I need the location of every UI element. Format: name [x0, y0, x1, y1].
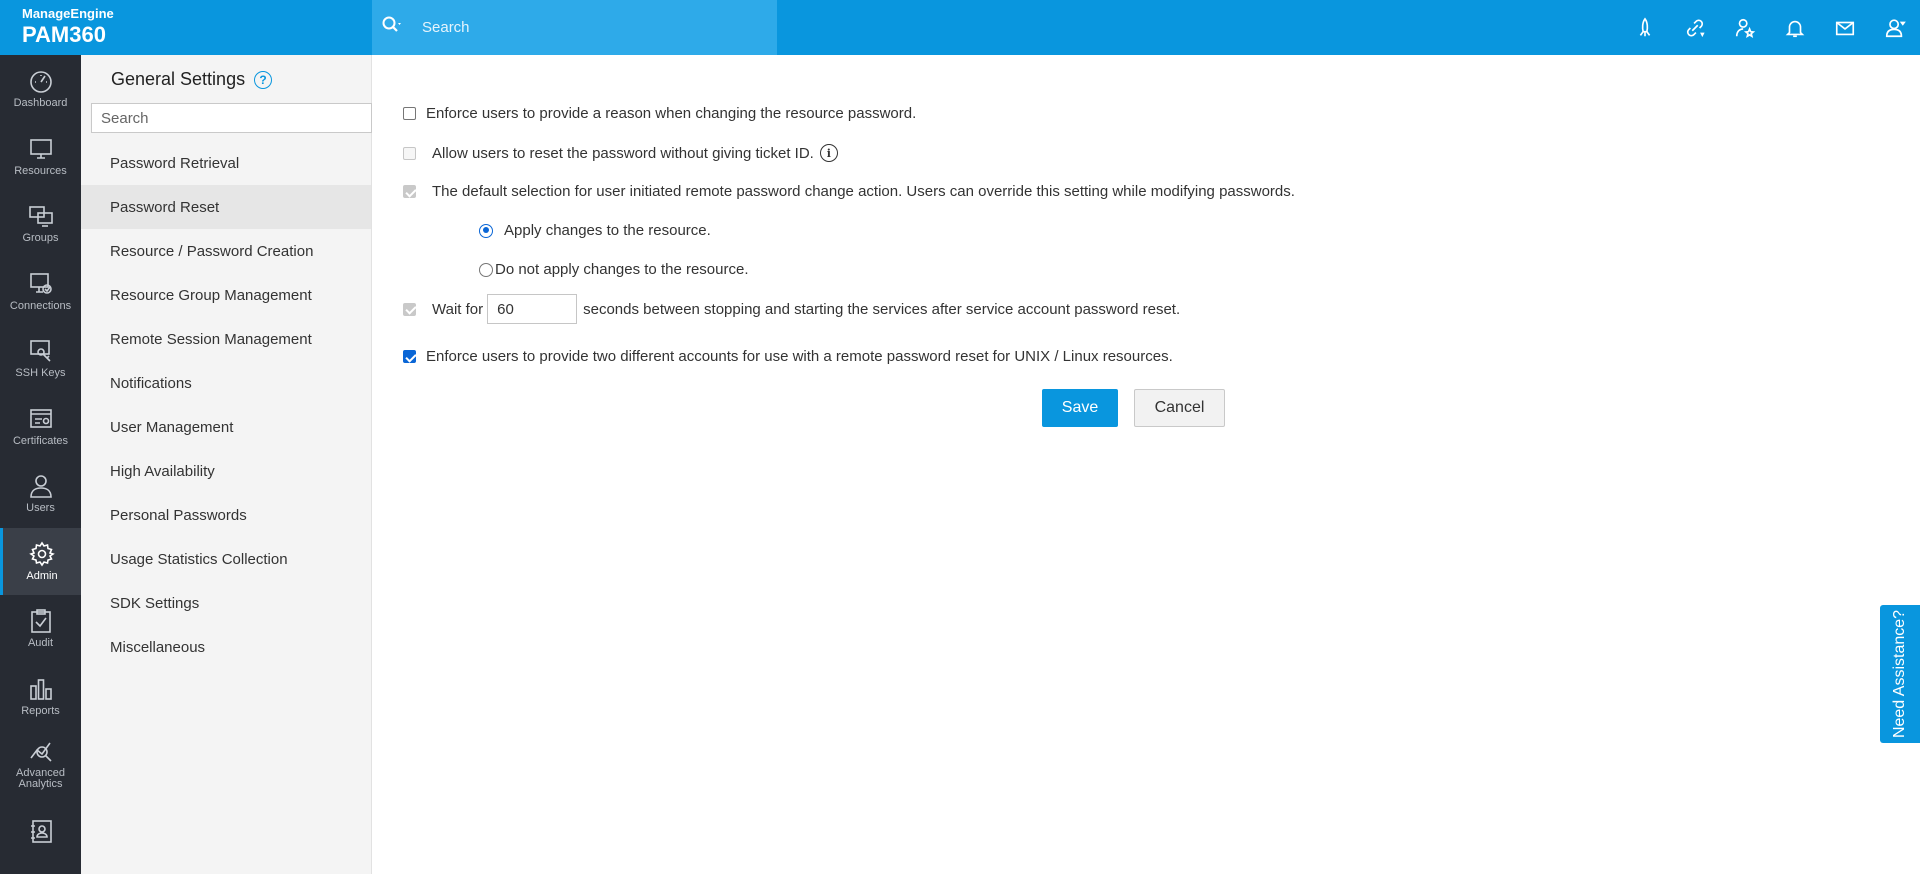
connections-icon	[29, 272, 52, 294]
wait-for-suffix: seconds between stopping and starting th…	[583, 300, 1181, 318]
setting-enforce-reason: Enforce users to provide a reason when c…	[403, 105, 916, 122]
nav-ssh-keys[interactable]: SSH Keys	[0, 325, 81, 393]
save-button[interactable]: Save	[1042, 389, 1118, 427]
global-search	[372, 0, 777, 55]
nav-label: SSH Keys	[15, 367, 66, 380]
nav-connections[interactable]: Connections	[0, 258, 81, 326]
user-star-icon[interactable]	[1720, 0, 1770, 55]
two-accounts-checkbox[interactable]	[403, 350, 416, 363]
nav-advanced-analytics[interactable]: Advanced Analytics	[0, 730, 81, 798]
nav-label: Users	[26, 502, 55, 515]
nav-label: Certificates	[12, 434, 69, 447]
top-bar: ManageEngine PAM360	[0, 0, 1920, 55]
nav-users[interactable]: Users	[0, 460, 81, 528]
sidebar-item-notifications[interactable]: Notifications	[81, 361, 371, 405]
user-icon[interactable]	[1870, 0, 1920, 55]
sidebar-title-row: General Settings ?	[111, 69, 273, 90]
info-icon[interactable]: i	[819, 144, 838, 162]
nav-label: Groups	[22, 232, 59, 245]
setting-allow-reset-no-ticket: Allow users to reset the password withou…	[403, 144, 838, 162]
need-assistance-tab[interactable]: Need Assistance?	[1880, 605, 1920, 743]
allow-reset-no-ticket-label: Allow users to reset the password withou…	[432, 144, 814, 162]
contact-book-icon	[30, 820, 52, 844]
nav-label: Dashboard	[13, 97, 68, 110]
setting-default-selection: The default selection for user initiated…	[403, 183, 1295, 200]
top-icons	[1620, 0, 1920, 55]
dashboard-icon	[29, 71, 52, 94]
apply-changes-radio[interactable]	[479, 223, 493, 238]
wait-for-checkbox[interactable]	[403, 302, 416, 316]
product-name: PAM360	[22, 22, 106, 47]
rocket-icon[interactable]	[1620, 0, 1670, 55]
sidebar-item-remote-session-management[interactable]: Remote Session Management	[81, 317, 371, 361]
nav-rail: Dashboard Resources Groups Connections S…	[0, 55, 81, 874]
sidebar-list: Password Retrieval Password Reset Resour…	[81, 141, 371, 669]
nav-label: Advanced Analytics	[16, 766, 65, 790]
sidebar-item-personal-passwords[interactable]: Personal Passwords	[81, 493, 371, 537]
nav-admin[interactable]: Admin	[0, 527, 81, 595]
nav-directory[interactable]	[0, 798, 81, 866]
search-dropdown-icon[interactable]	[382, 16, 410, 40]
allow-reset-no-ticket-checkbox[interactable]	[403, 146, 416, 160]
enforce-reason-checkbox[interactable]	[403, 107, 416, 120]
user-icon	[29, 475, 52, 499]
option-apply-changes: Apply changes to the resource.	[479, 222, 711, 239]
default-selection-checkbox[interactable]	[403, 185, 416, 198]
company-name: ManageEngine	[22, 6, 114, 21]
certificate-icon	[29, 408, 52, 428]
ssh-key-icon	[29, 340, 51, 362]
sidebar-item-miscellaneous[interactable]: Miscellaneous	[81, 625, 371, 669]
need-assistance-label: Need Assistance?	[1891, 609, 1909, 739]
two-accounts-label: Enforce users to provide two different a…	[426, 348, 1173, 365]
nav-reports[interactable]: Reports	[0, 663, 81, 731]
sidebar-item-user-management[interactable]: User Management	[81, 405, 371, 449]
wait-for-prefix: Wait for	[432, 300, 484, 318]
sidebar-item-high-availability[interactable]: High Availability	[81, 449, 371, 493]
mail-icon[interactable]	[1820, 0, 1870, 55]
global-search-input[interactable]	[422, 19, 742, 36]
nav-label: Audit	[27, 637, 54, 650]
nav-audit[interactable]: Audit	[0, 595, 81, 663]
analytics-icon	[29, 742, 52, 762]
do-not-apply-radio[interactable]	[479, 262, 493, 277]
sidebar-item-sdk-settings[interactable]: SDK Settings	[81, 581, 371, 625]
monitor-icon	[29, 138, 52, 159]
nav-label: Connections	[9, 299, 72, 312]
nav-label: Reports	[21, 704, 60, 717]
do-not-apply-label: Do not apply changes to the resource.	[495, 261, 749, 278]
bar-chart-icon	[29, 678, 52, 700]
wait-seconds-input[interactable]	[487, 294, 578, 324]
bell-icon[interactable]	[1770, 0, 1820, 55]
settings-sidebar: General Settings ? Password Retrieval Pa…	[81, 55, 372, 874]
sidebar-item-password-reset[interactable]: Password Reset	[81, 185, 371, 229]
setting-wait-for: Wait for seconds between stopping and st…	[403, 294, 1180, 324]
sidebar-item-password-retrieval[interactable]: Password Retrieval	[81, 141, 371, 185]
link-icon[interactable]	[1670, 0, 1720, 55]
sidebar-item-resource-password-creation[interactable]: Resource / Password Creation	[81, 229, 371, 273]
setting-two-accounts: Enforce users to provide two different a…	[403, 348, 1173, 365]
groups-icon	[28, 206, 53, 228]
app-logo[interactable]: ManageEngine PAM360	[0, 0, 114, 55]
main-content: Enforce users to provide a reason when c…	[372, 55, 1920, 874]
default-selection-label: The default selection for user initiated…	[432, 183, 1295, 200]
enforce-reason-label: Enforce users to provide a reason when c…	[426, 105, 917, 122]
apply-changes-label: Apply changes to the resource.	[504, 222, 711, 239]
nav-dashboard[interactable]: Dashboard	[0, 55, 81, 123]
sidebar-title: General Settings	[111, 69, 246, 89]
sidebar-item-usage-statistics[interactable]: Usage Statistics Collection	[81, 537, 371, 581]
nav-label: Resources	[14, 164, 67, 177]
sidebar-search-input[interactable]	[91, 103, 372, 133]
gear-icon	[29, 541, 55, 567]
nav-label: Admin	[26, 569, 58, 582]
sidebar-item-resource-group-management[interactable]: Resource Group Management	[81, 273, 371, 317]
clipboard-check-icon	[30, 609, 51, 634]
option-do-not-apply: Do not apply changes to the resource.	[479, 261, 749, 278]
nav-groups[interactable]: Groups	[0, 190, 81, 258]
help-icon[interactable]: ?	[254, 70, 273, 89]
cancel-button[interactable]: Cancel	[1134, 389, 1225, 427]
nav-resources[interactable]: Resources	[0, 123, 81, 191]
nav-certificates[interactable]: Certificates	[0, 393, 81, 461]
